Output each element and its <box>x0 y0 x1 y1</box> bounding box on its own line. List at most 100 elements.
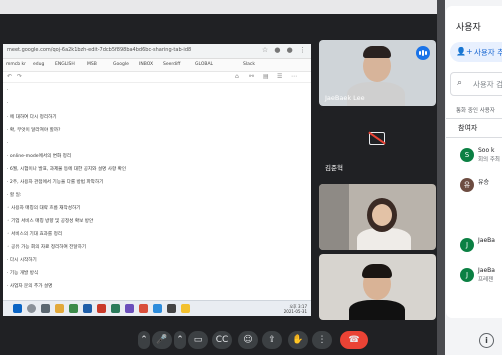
doc-line: · <box>7 88 9 93</box>
participant-row-name: 유승 <box>478 179 490 186</box>
participant-row[interactable]: J JaeBa 프레젠 <box>446 264 502 290</box>
captions-icon: CC <box>215 335 229 345</box>
participant-row-role: 회의 주최 <box>478 157 500 163</box>
windows-taskbar: 오후 3:17 2021-05-31 <box>3 300 311 316</box>
app-icon[interactable] <box>167 304 176 313</box>
participant-tile[interactable]: 김준혁 <box>319 110 436 176</box>
participant-row-name: Soo k <box>478 147 495 154</box>
doc-line: ◦ 서비스의 기대 효과를 정리 <box>7 232 63 237</box>
teams-icon[interactable] <box>125 304 134 313</box>
end-call-button[interactable]: ☎ <box>340 331 368 349</box>
camera-button[interactable]: ▭ <box>188 331 208 349</box>
taskview-icon[interactable] <box>41 304 50 313</box>
bookmark[interactable]: edug <box>33 62 44 67</box>
participant-tile[interactable]: JaeBaek Lee <box>319 40 436 106</box>
redo-icon[interactable]: ↷ <box>17 73 22 80</box>
participant-hair <box>363 46 391 58</box>
captions-button[interactable]: CC <box>212 331 232 349</box>
bookmark[interactable]: ENGLISH <box>55 62 75 67</box>
laptop-bezel <box>0 0 444 14</box>
chrome-icon[interactable] <box>69 304 78 313</box>
comment-icon[interactable]: ▤ <box>263 73 269 80</box>
doc-line: · 다시 시작하기 <box>7 258 37 263</box>
add-person-icon: 👤+ <box>456 47 473 56</box>
participant-row-role: 프레젠 <box>478 277 494 283</box>
emoji-icon: ☺ <box>243 335 253 345</box>
avatar: S <box>460 148 474 162</box>
excel-icon[interactable] <box>111 304 120 313</box>
link-icon[interactable]: ⚯ <box>249 73 254 80</box>
doc-line: ◦ 기업 서비스 매칭 방향 및 공정성 확보 방안 <box>7 219 94 224</box>
search-icon[interactable] <box>27 304 36 313</box>
bookmark[interactable]: Google <box>113 62 129 67</box>
panel-divider <box>437 0 445 355</box>
participant-hair <box>362 264 392 278</box>
bookmark[interactable]: Seerdiff <box>163 62 180 67</box>
end-call-icon: ☎ <box>348 335 360 345</box>
folder-icon[interactable] <box>55 304 64 313</box>
doc-line: ◦ 사용자 매칭의 대략 흐름 재작성하기 <box>7 206 81 211</box>
add-people-button[interactable]: 👤+ 사용자 추가 <box>450 42 502 62</box>
more-options-button[interactable]: ⌃ <box>138 331 150 349</box>
participant-row[interactable]: 유 유승 <box>446 174 502 200</box>
bookmark[interactable]: Slack <box>243 62 255 67</box>
participant-row-name: JaeBa <box>478 267 495 274</box>
bookmark[interactable]: MSB <box>87 62 97 67</box>
search-people-input[interactable]: ⌕ 사용자 검색 <box>450 72 502 96</box>
present-button[interactable]: ⇪ <box>262 331 282 349</box>
info-icon[interactable]: i <box>479 333 494 348</box>
microphone-button[interactable]: 🎤 <box>152 331 172 349</box>
camera-icon: ▭ <box>193 335 203 345</box>
clock-date: 2021-05-31 <box>283 309 307 314</box>
list-icon[interactable]: ☰ <box>277 73 282 80</box>
section-label: 통화 중인 사용자 <box>456 108 495 114</box>
more-button[interactable]: ⋮ <box>312 331 332 349</box>
app-icon[interactable] <box>139 304 148 313</box>
more-options-icon: ⌃ <box>140 335 148 345</box>
system-clock[interactable]: 오후 3:17 2021-05-31 <box>284 304 307 314</box>
format-icon[interactable]: ⌂ <box>235 73 239 80</box>
microphone-icon: 🎤 <box>156 335 168 345</box>
app-icon[interactable] <box>153 304 162 313</box>
participant-row-name: JaeBa <box>478 237 495 244</box>
doc-line: · 기능 개발 방식 <box>7 271 39 276</box>
shared-screen[interactable]: meet.google.com/qoj-6a2k1bzh-edit-7dcb5f… <box>3 44 311 316</box>
present-icon: ⇪ <box>268 335 276 345</box>
undo-icon[interactable]: ↶ <box>7 73 12 80</box>
url-text: meet.google.com/qoj-6a2k1bzh-edit-7dcb5f… <box>7 47 192 53</box>
powerpoint-icon[interactable] <box>97 304 106 313</box>
doc-line: · 확, 무엇이 달라져야 할까? <box>7 128 61 133</box>
kakaotalk-icon[interactable] <box>181 304 190 313</box>
camera-off-icon <box>369 132 385 145</box>
people-panel: 사용자 👤+ 사용자 추가 ⌕ 사용자 검색 통화 중인 사용자 참여자 S So… <box>446 6 502 318</box>
more-icon[interactable]: ⋯ <box>291 73 297 80</box>
participants-section-header[interactable]: 참여자 <box>446 118 502 138</box>
participant-tile[interactable] <box>319 184 436 250</box>
background-window <box>319 184 349 250</box>
camera-options-icon: ⌃ <box>176 335 184 345</box>
camera-options-button[interactable]: ⌃ <box>174 331 186 349</box>
bookmark[interactable]: INBOX <box>139 62 153 67</box>
search-placeholder: 사용자 검색 <box>473 80 502 89</box>
doc-line: · 사업자 문의 추가 설명 <box>7 284 53 289</box>
speaking-indicator-icon <box>416 46 430 60</box>
doc-line: ◦ 공유 가능 회의 자료 정리하여 전달하기 <box>7 245 87 250</box>
doc-line: · 할 일: <box>7 193 22 198</box>
doc-line: · ᅟ <box>7 141 15 146</box>
word-icon[interactable] <box>83 304 92 313</box>
raise-hand-button[interactable]: ✋ <box>288 331 308 349</box>
bookmark[interactable]: mmcb kr <box>6 62 26 67</box>
participant-face <box>372 204 392 226</box>
windows-start-icon[interactable] <box>13 304 22 313</box>
participant-video <box>349 300 405 320</box>
section-head-label: 참여자 <box>458 124 478 132</box>
emoji-button[interactable]: ☺ <box>238 331 258 349</box>
participant-name: 김준혁 <box>325 164 343 172</box>
browser-address-bar[interactable]: meet.google.com/qoj-6a2k1bzh-edit-7dcb5f… <box>3 44 311 59</box>
bookmarks-bar: mmcb kr edug ENGLISH MSB Google INBOX Se… <box>3 59 311 72</box>
participant-row[interactable] <box>446 204 502 230</box>
bookmark[interactable]: GLOBAL <box>195 62 213 67</box>
participant-tile[interactable] <box>319 254 436 320</box>
participant-row[interactable]: S Soo k 회의 주최 <box>446 144 502 170</box>
participant-row[interactable]: J JaeBa <box>446 234 502 260</box>
